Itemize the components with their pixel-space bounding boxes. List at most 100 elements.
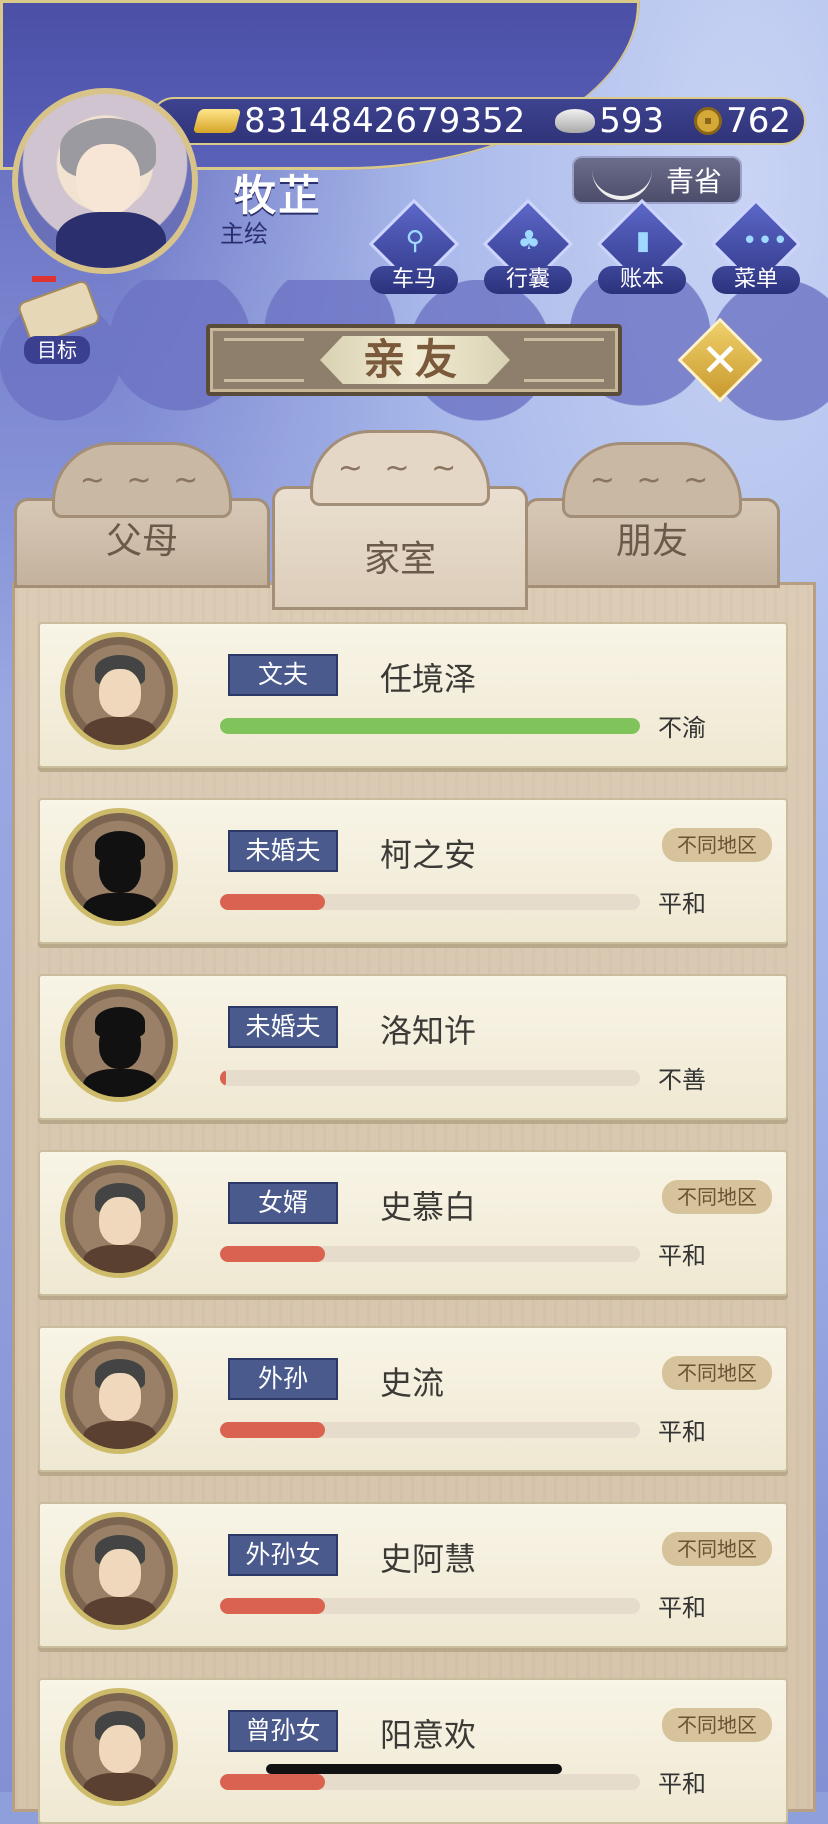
relation-badge: 曾孙女 (228, 1710, 338, 1752)
relative-card[interactable]: 文夫 任境泽 不渝 (38, 622, 788, 768)
page-title-plaque: 亲友 (206, 324, 622, 396)
relation-status: 不渝 (658, 714, 706, 742)
relative-name: 任境泽 (380, 660, 477, 698)
relative-card[interactable]: 女婿 史慕白 不同地区 平和 (38, 1150, 788, 1296)
tab-bar: 父母 朋友 家室 (14, 412, 814, 610)
portrait-body (83, 1773, 157, 1801)
relative-portrait (60, 632, 178, 750)
affinity-fill (220, 1598, 325, 1614)
portrait-body (83, 717, 157, 745)
qingsheng-label: 青省 (665, 165, 722, 198)
relation-status: 不善 (658, 1066, 706, 1094)
menu-bag[interactable]: ♣ 行囊 (474, 198, 584, 296)
relation-badge: 未婚夫 (228, 1006, 338, 1048)
relative-portrait (60, 1336, 178, 1454)
relative-name: 阳意欢 (380, 1716, 477, 1754)
portrait-body (83, 1069, 157, 1097)
region-badge: 不同地区 (662, 1180, 772, 1214)
close-icon: ✕ (700, 333, 740, 387)
tab-cloud-cap (562, 442, 742, 518)
menu-label: 菜单 (712, 266, 800, 294)
relation-status: 平和 (658, 1594, 706, 1622)
left-chevron-ornament (224, 338, 304, 382)
menu-more[interactable]: ••• 菜单 (702, 198, 812, 296)
relation-status: 平和 (658, 1770, 706, 1798)
relation-badge: 女婿 (228, 1182, 338, 1224)
relative-name: 史流 (380, 1364, 445, 1402)
relative-portrait (60, 1688, 178, 1806)
relative-portrait (60, 1512, 178, 1630)
menu-label: 车马 (370, 266, 458, 294)
bag-icon: ♣ (517, 226, 541, 256)
affinity-bar (220, 718, 640, 734)
tab-cloud-cap (52, 442, 232, 518)
gold-ingot-icon (192, 109, 242, 133)
relation-status: 平和 (658, 890, 706, 918)
affinity-bar (220, 894, 640, 910)
portrait-face (99, 1197, 141, 1245)
relative-card[interactable]: 外孙女 史阿慧 不同地区 平和 (38, 1502, 788, 1648)
gold-amount: 8314842679352 (244, 101, 526, 141)
tab-label: 家室 (363, 539, 436, 580)
relation-badge: 外孙 (228, 1358, 338, 1400)
silver-ingot-icon (555, 109, 596, 133)
portrait-body (83, 1597, 157, 1625)
page-title: 亲友 (320, 336, 510, 384)
avatar-body (56, 212, 166, 268)
affinity-fill (220, 1070, 227, 1086)
relative-name: 史阿慧 (380, 1540, 477, 1578)
tab-label: 父母 (105, 521, 178, 562)
tab-family[interactable]: 家室 (272, 430, 528, 610)
affinity-bar (220, 1422, 640, 1438)
affinity-fill (220, 1246, 325, 1262)
affinity-bar (220, 1246, 640, 1262)
home-indicator[interactable] (266, 1764, 562, 1774)
avatar-face (76, 144, 140, 214)
affinity-bar (220, 1598, 640, 1614)
copper-coin-icon (694, 107, 723, 135)
tab-friends[interactable]: 朋友 (524, 442, 780, 588)
relative-name: 柯之安 (380, 836, 477, 874)
relation-badge: 文夫 (228, 654, 338, 696)
tab-cloud-cap (310, 430, 490, 506)
relative-card[interactable]: 曾孙女 阳意欢 不同地区 平和 (38, 1678, 788, 1824)
relative-portrait (60, 808, 178, 926)
affinity-fill (220, 718, 640, 734)
goal-button[interactable]: 目标 (14, 276, 102, 366)
iron-icon (592, 166, 652, 200)
relation-badge: 未婚夫 (228, 830, 338, 872)
carriage-icon: ⚲ (405, 226, 425, 256)
menu-label: 行囊 (484, 266, 572, 294)
relative-card[interactable]: 外孙 史流 不同地区 平和 (38, 1326, 788, 1472)
portrait-body (83, 893, 157, 921)
affinity-fill (220, 1774, 325, 1790)
portrait-face (99, 845, 141, 893)
ledger-icon: ▮ (635, 226, 651, 256)
silver-amount: 593 (599, 101, 665, 141)
tab-parents[interactable]: 父母 (14, 442, 270, 588)
goal-label: 目标 (24, 336, 90, 364)
qingsheng-button[interactable]: 青省 (572, 156, 742, 204)
affinity-bar (220, 1774, 640, 1790)
relative-name: 洛知许 (380, 1012, 477, 1050)
portrait-face (99, 669, 141, 717)
portrait-body (83, 1245, 157, 1273)
portrait-face (99, 1725, 141, 1773)
menu-ledger[interactable]: ▮ 账本 (588, 198, 698, 296)
more-icon: ••• (742, 226, 789, 256)
menu-carriage[interactable]: ⚲ 车马 (360, 198, 470, 296)
player-avatar[interactable] (12, 88, 198, 274)
region-badge: 不同地区 (662, 828, 772, 862)
region-badge: 不同地区 (662, 1708, 772, 1742)
region-badge: 不同地区 (662, 1532, 772, 1566)
relative-card[interactable]: 未婚夫 柯之安 不同地区 平和 (38, 798, 788, 944)
relative-portrait (60, 984, 178, 1102)
affinity-fill (220, 894, 325, 910)
menu-label: 账本 (598, 266, 686, 294)
relative-card[interactable]: 未婚夫 洛知许 不善 (38, 974, 788, 1120)
coin-resource: 762 (694, 101, 791, 141)
portrait-face (99, 1021, 141, 1069)
coin-amount: 762 (726, 101, 792, 141)
region-badge: 不同地区 (662, 1356, 772, 1390)
gold-resource: 8314842679352 (192, 101, 526, 141)
